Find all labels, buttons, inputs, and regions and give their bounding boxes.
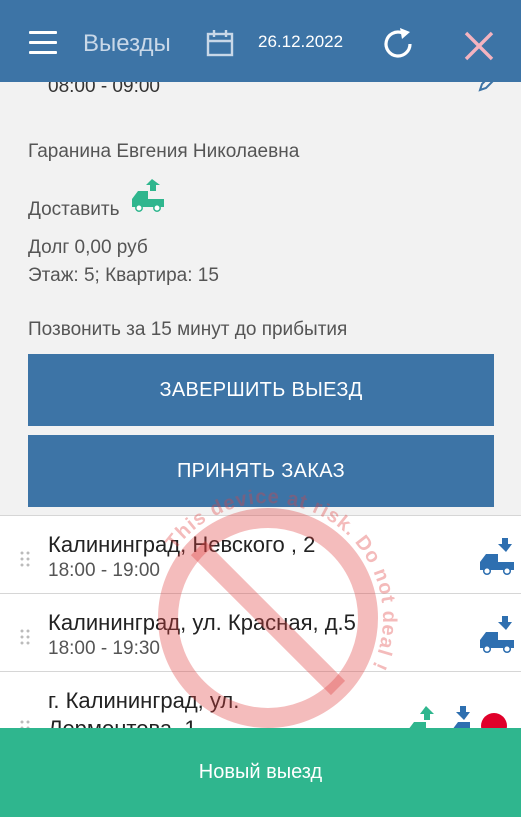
pickup-truck-icon bbox=[480, 538, 514, 576]
calendar-icon[interactable] bbox=[206, 29, 234, 57]
hamburger-icon[interactable] bbox=[29, 31, 57, 55]
debt-info: Долг 0,00 руб bbox=[28, 237, 148, 258]
complete-visit-button[interactable]: ЗАВЕРШИТЬ ВЫЕЗД bbox=[28, 354, 494, 426]
close-icon[interactable] bbox=[464, 31, 494, 61]
drag-handle-icon[interactable] bbox=[20, 551, 30, 567]
accept-order-button[interactable]: ПРИНЯТЬ ЗАКАЗ bbox=[28, 435, 494, 507]
selected-date[interactable]: 26.12.2022 bbox=[258, 32, 343, 52]
visits-list: Калининград, Невского , 2 18:00 - 19:00 … bbox=[0, 515, 521, 752]
visit-time: 18:00 - 19:30 bbox=[48, 638, 160, 659]
visit-address: Калининград, Невского , 2 bbox=[48, 532, 316, 557]
delivery-truck-icon bbox=[132, 179, 164, 212]
page-title: Выезды bbox=[83, 30, 171, 57]
delivery-label: Доставить bbox=[28, 199, 120, 220]
refresh-icon[interactable] bbox=[380, 26, 416, 62]
customer-name: Гаранина Евгения Николаевна bbox=[28, 141, 300, 162]
delivery-note: Позвонить за 15 минут до прибытия bbox=[28, 319, 348, 340]
list-item[interactable]: Калининград, ул. Красная, д.5 18:00 - 19… bbox=[0, 593, 521, 672]
list-item[interactable]: Калининград, Невского , 2 18:00 - 19:00 bbox=[0, 515, 521, 594]
expanded-order-card: 08:00 - 09:00 Гаранина Евгения Николаевн… bbox=[0, 72, 521, 515]
new-visit-button[interactable]: Новый выезд bbox=[0, 728, 521, 817]
app-header: Выезды 26.12.2022 bbox=[0, 0, 521, 82]
drag-handle-icon[interactable] bbox=[20, 629, 30, 645]
pickup-truck-icon bbox=[480, 616, 514, 654]
visit-address: г. Калининград, ул. bbox=[48, 688, 240, 713]
visit-address: Калининград, ул. Красная, д.5 bbox=[48, 610, 356, 635]
visit-time: 18:00 - 19:00 bbox=[48, 560, 160, 581]
floor-apartment: Этаж: 5; Квартира: 15 bbox=[28, 265, 219, 286]
